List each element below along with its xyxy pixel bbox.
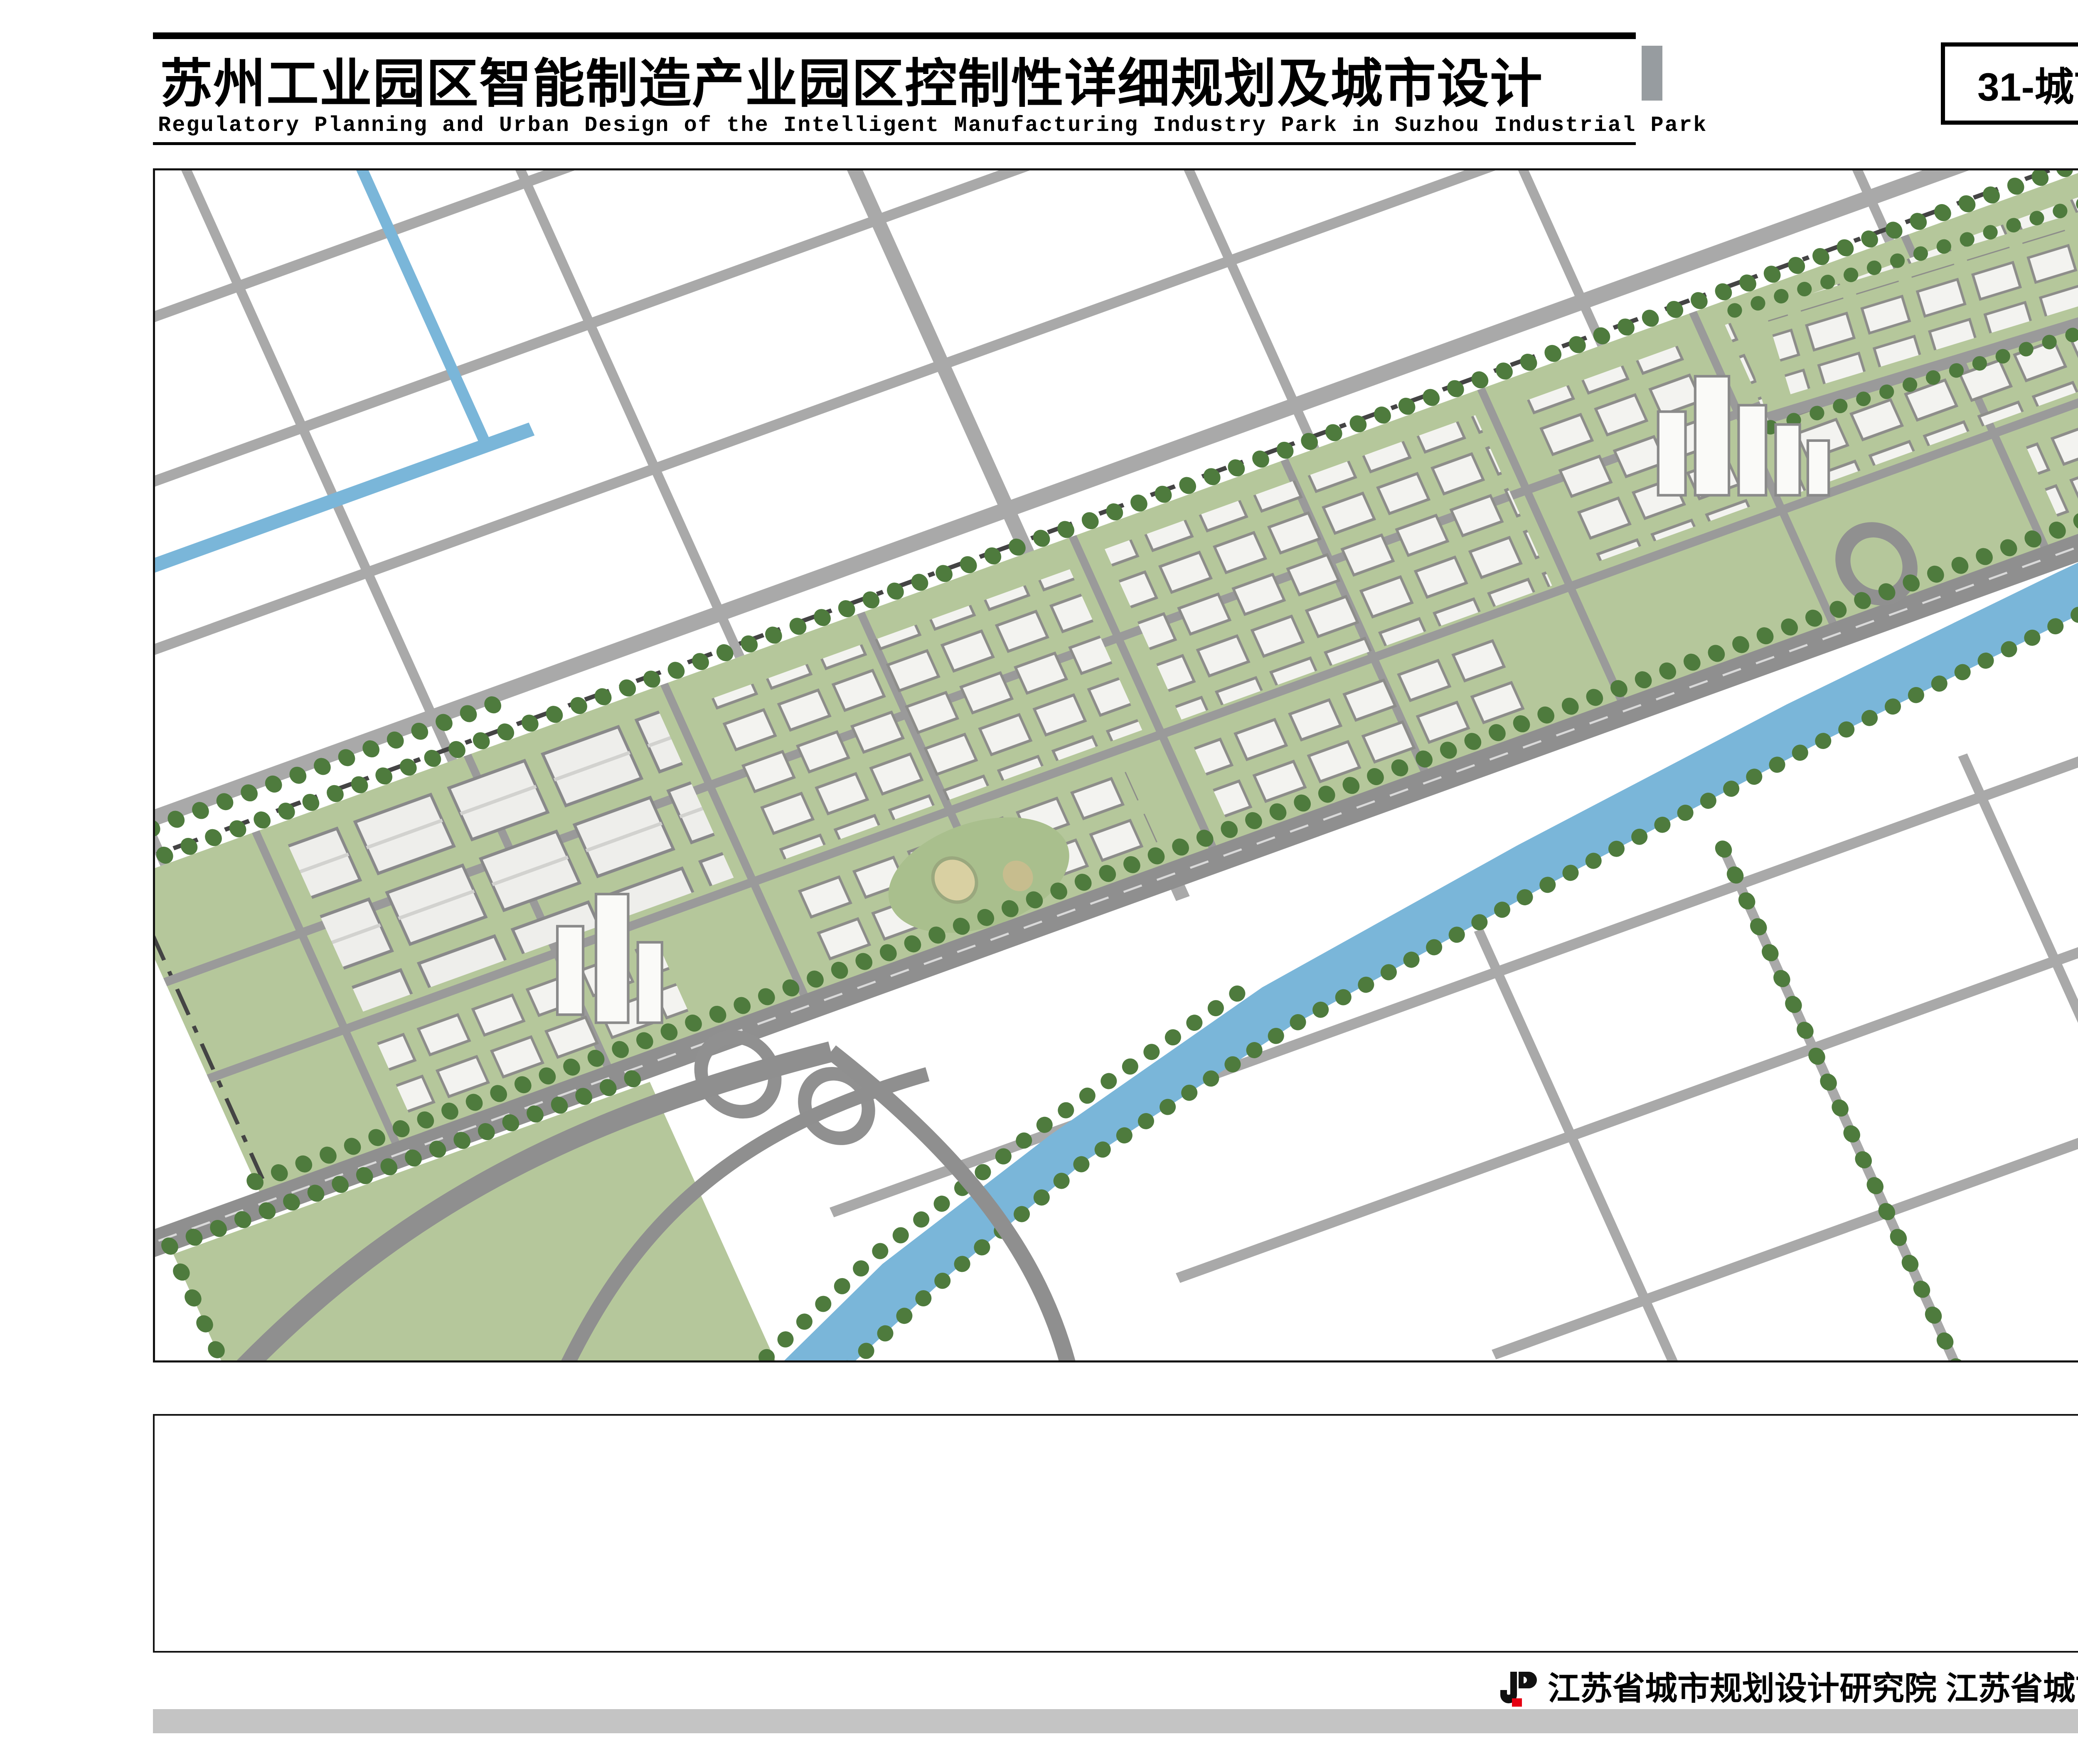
notes-box — [153, 1414, 2078, 1653]
header-gray-block — [1642, 46, 1662, 101]
sheet-title-cn: 苏州工业园区智能制造产业园区控制性详细规划及城市设计 — [160, 42, 1543, 117]
institute-names: 江苏省城市规划设计研究院 江苏省城市交通规划研究中心 — [1548, 1669, 2078, 1707]
bottom-gray-bar — [153, 1709, 2078, 1733]
sheet-number-label: 31-城市设计三维鸟瞰图 — [1977, 55, 2078, 112]
institute-logo — [1495, 1670, 1537, 1708]
header-rule-bottom — [153, 142, 1636, 145]
plan-sheet: 苏州工业园区智能制造产业园区控制性详细规划及城市设计 Regulatory Pl… — [0, 0, 2078, 1764]
sheet-title-en: Regulatory Planning and Urban Design of … — [158, 113, 1707, 138]
sheet-number-box: 31-城市设计三维鸟瞰图 — [1941, 42, 2078, 125]
rendering-frame — [153, 168, 2078, 1362]
aerial-rendering — [155, 170, 2078, 1360]
header-rule-top — [153, 32, 1636, 39]
